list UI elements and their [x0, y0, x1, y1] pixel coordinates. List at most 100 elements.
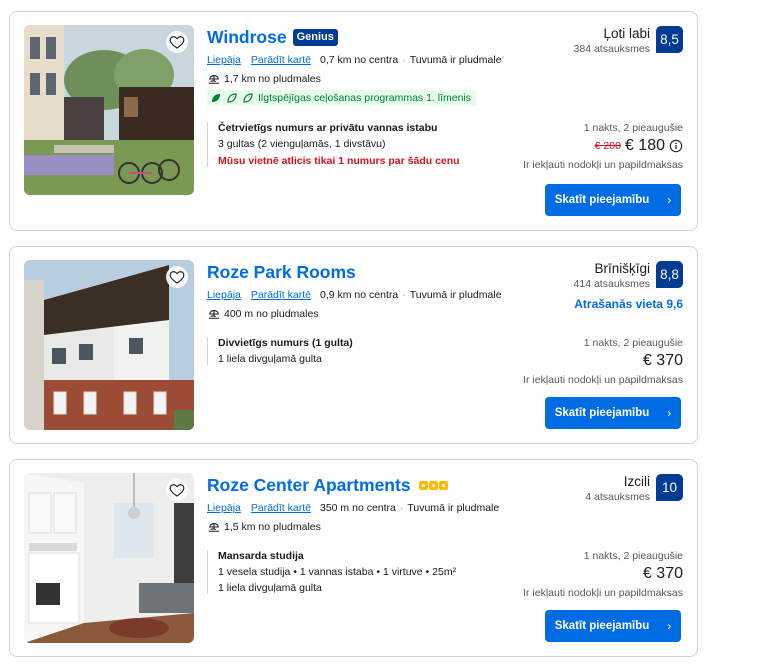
distance-from-center: 350 m no centra [320, 502, 396, 514]
review-score[interactable]: Izcili 4 atsauksmes 10 [585, 474, 683, 503]
property-card[interactable]: Windrose Genius Liepāja Parādīt kartē 0,… [9, 11, 698, 231]
heart-icon [169, 484, 185, 497]
taxes-note: Ir iekļauti nodokļi un papildmaksas [523, 374, 683, 386]
beach-icon [208, 75, 220, 84]
leaf-icon [212, 94, 220, 102]
chevron-right-icon: › [667, 619, 672, 633]
room-title: Četrvietīgs numurs ar privātu vannas ist… [218, 122, 438, 134]
distance-from-center: 0,7 km no centra [320, 54, 399, 66]
property-photo[interactable] [24, 473, 194, 643]
stay-length: 1 nakts, 2 pieaugušie [583, 550, 683, 562]
property-photo[interactable] [24, 260, 194, 430]
property-card[interactable]: Roze Park Rooms Liepāja Parādīt kartē 0,… [9, 246, 698, 444]
review-word: Ļoti labi [603, 26, 650, 41]
favourite-heart-button[interactable] [166, 479, 188, 501]
review-word: Brīnišķīgi [594, 261, 650, 276]
separator-dot: · [402, 54, 406, 66]
star-icon [428, 480, 438, 490]
room-title: Divvietīgs numurs (1 gulta) [218, 337, 353, 349]
see-availability-button[interactable]: Skatīt pieejamību › [545, 610, 681, 642]
current-price: € 370 [642, 352, 683, 369]
show-on-map-link[interactable]: Parādīt kartē [251, 54, 311, 66]
favourite-heart-button[interactable] [166, 266, 188, 288]
property-name-link[interactable]: Roze Park Rooms [207, 262, 356, 283]
review-score[interactable]: Ļoti labi 384 atsauksmes 8,5 [574, 26, 683, 55]
property-photo-image [24, 260, 194, 430]
location-row: Liepāja Parādīt kartē 0,9 km no centra ·… [207, 289, 507, 301]
sustainability-badge[interactable]: Ilgtspējīgas ceļošanas programmas 1. līm… [207, 90, 477, 106]
city-link[interactable]: Liepāja [207, 502, 241, 514]
city-link[interactable]: Liepāja [207, 54, 241, 66]
taxes-note: Ir iekļauti nodokļi un papildmaksas [523, 587, 683, 599]
property-name-link[interactable]: Roze Center Apartments [207, 475, 411, 496]
see-availability-button[interactable]: Skatīt pieejamību › [545, 184, 681, 216]
room-beds: 1 liela divguļamā gulta [218, 353, 322, 365]
button-label: Skatīt pieejamību [554, 620, 650, 632]
near-beach-label: Tuvumā ir pludmale [409, 54, 502, 66]
beach-distance: 1,7 km no pludmales [224, 73, 321, 85]
property-info: Roze Park Rooms Liepāja Parādīt kartē 0,… [207, 260, 507, 321]
stay-length: 1 nakts, 2 pieaugušie [583, 122, 683, 134]
button-label: Skatīt pieejamību [554, 407, 650, 419]
current-price: € 180 [624, 137, 665, 154]
beach-icon [208, 310, 220, 319]
review-word: Izcili [623, 474, 650, 489]
city-link[interactable]: Liepāja [207, 289, 241, 301]
separator-dot: · [402, 289, 406, 301]
sustainability-label: Ilgtspējīgas ceļošanas programmas 1. līm… [258, 92, 472, 104]
room-beds: 1 liela divguļamā gulta [218, 582, 322, 594]
beach-distance-row: 1,5 km no pludmales [207, 521, 507, 533]
room-title: Mansarda studija [218, 550, 304, 562]
price-block: 1 nakts, 2 pieaugušie € 200 € 180 Ir iek… [523, 122, 683, 171]
property-info: Roze Center Apartments Liepāja Parādīt k… [207, 473, 507, 534]
score-badge: 8,8 [656, 261, 683, 288]
property-photo-image [24, 25, 194, 195]
review-count: 4 atsauksmes [585, 491, 650, 503]
info-icon[interactable] [669, 139, 683, 153]
heart-icon [169, 271, 185, 284]
genius-badge: Genius [292, 28, 338, 46]
location-row: Liepāja Parādīt kartē 0,7 km no centra ·… [207, 54, 507, 66]
original-price: € 200 [594, 140, 621, 152]
chevron-right-icon: › [667, 406, 672, 420]
availability-warning: Mūsu vietnē atlicis tikai 1 numurs par š… [218, 155, 460, 167]
room-beds: 3 gultas (2 vienguļamās, 1 divstāvu) [218, 138, 386, 150]
property-card[interactable]: Roze Center Apartments Liepāja Parādīt k… [9, 459, 698, 657]
see-availability-button[interactable]: Skatīt pieejamību › [545, 397, 681, 429]
favourite-heart-button[interactable] [166, 31, 188, 53]
beach-icon [208, 523, 220, 532]
property-name-link[interactable]: Windrose [207, 27, 287, 48]
property-photo-image [24, 473, 194, 643]
room-info: Četrvietīgs numurs ar privātu vannas ist… [207, 122, 522, 167]
star-icon [438, 480, 448, 490]
room-info: Mansarda studija 1 vesela studija • 1 va… [207, 550, 522, 594]
beach-distance-row: 1,7 km no pludmales [207, 73, 507, 85]
property-info: Windrose Genius Liepāja Parādīt kartē 0,… [207, 25, 507, 109]
review-score[interactable]: Brīnišķīgi 414 atsauksmes 8,8 [574, 261, 683, 290]
near-beach-label: Tuvumā ir pludmale [407, 502, 500, 514]
show-on-map-link[interactable]: Parādīt kartē [251, 502, 311, 514]
beach-distance: 1,5 km no pludmales [224, 521, 321, 533]
star-rating [418, 480, 448, 490]
taxes-note: Ir iekļauti nodokļi un papildmaksas [523, 159, 683, 171]
leaf-outline-icon [243, 93, 253, 103]
property-photo[interactable] [24, 25, 194, 195]
score-badge: 8,5 [656, 26, 683, 53]
beach-distance-row: 400 m no pludmales [207, 308, 507, 320]
show-on-map-link[interactable]: Parādīt kartē [251, 289, 311, 301]
separator-dot: · [399, 502, 404, 514]
near-beach-label: Tuvumā ir pludmale [409, 289, 502, 301]
chevron-right-icon: › [667, 193, 672, 207]
score-badge: 10 [656, 474, 683, 501]
button-label: Skatīt pieejamību [554, 194, 650, 206]
distance-from-center: 0,9 km no centra [320, 289, 399, 301]
room-info: Divvietīgs numurs (1 gulta) 1 liela divg… [207, 337, 522, 365]
price-block: 1 nakts, 2 pieaugušie € 370 Ir iekļauti … [523, 337, 683, 386]
price-block: 1 nakts, 2 pieaugušie € 370 Ir iekļauti … [523, 550, 683, 599]
room-details: 1 vesela studija • 1 vannas istaba • 1 v… [218, 566, 457, 578]
review-count: 384 atsauksmes [573, 43, 650, 55]
star-icon [418, 480, 428, 490]
heart-icon [169, 36, 185, 49]
stay-length: 1 nakts, 2 pieaugušie [583, 337, 683, 349]
location-row: Liepāja Parādīt kartē 350 m no centra · … [207, 502, 507, 514]
